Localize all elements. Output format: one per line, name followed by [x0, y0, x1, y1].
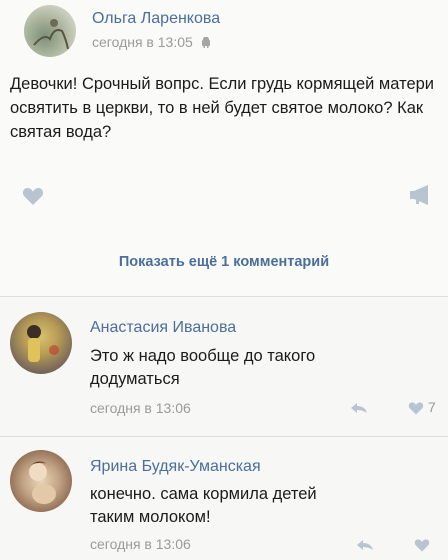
post-author-name[interactable]: Ольга Ларенкова: [92, 10, 220, 28]
like-count: 7: [428, 399, 436, 415]
divider: [0, 296, 448, 297]
comment-text-line-2: таким молоком!: [90, 508, 211, 526]
divider: [0, 436, 448, 437]
android-icon: [201, 37, 210, 48]
post-card: Ольга Ларенкова сегодня в 13:05 Девочки!…: [0, 0, 448, 296]
post-author-avatar[interactable]: [24, 5, 76, 57]
comment-time: сегодня в 13:06: [90, 400, 191, 416]
comment-text-line-1: конечно. сама кормила детей: [90, 485, 317, 503]
show-more-comments-link[interactable]: Показать ещё 1 комментарий: [0, 254, 448, 270]
comment-author-name[interactable]: Ярина Будяк-Уманская: [90, 458, 261, 476]
comment-time: сегодня в 13:06: [90, 536, 191, 552]
comment-text-line-1: Это ж надо вообще до такого: [90, 347, 316, 365]
heart-icon[interactable]: [408, 401, 424, 415]
post-time: сегодня в 13:05: [92, 34, 193, 50]
heart-icon[interactable]: [414, 538, 430, 552]
comment-author-avatar[interactable]: [10, 450, 72, 512]
megaphone-icon[interactable]: [408, 184, 432, 206]
comment-author-name[interactable]: Анастасия Иванова: [90, 319, 236, 337]
comment-author-avatar[interactable]: [10, 312, 72, 374]
post-text: Девочки! Срочный вопрс. Если грудь кормя…: [10, 75, 435, 141]
post-timestamp: сегодня в 13:05: [92, 34, 211, 50]
heart-icon[interactable]: [22, 186, 44, 206]
comment-text-line-2: додуматься: [90, 370, 180, 388]
reply-icon[interactable]: [350, 402, 368, 414]
reply-icon[interactable]: [356, 539, 374, 551]
